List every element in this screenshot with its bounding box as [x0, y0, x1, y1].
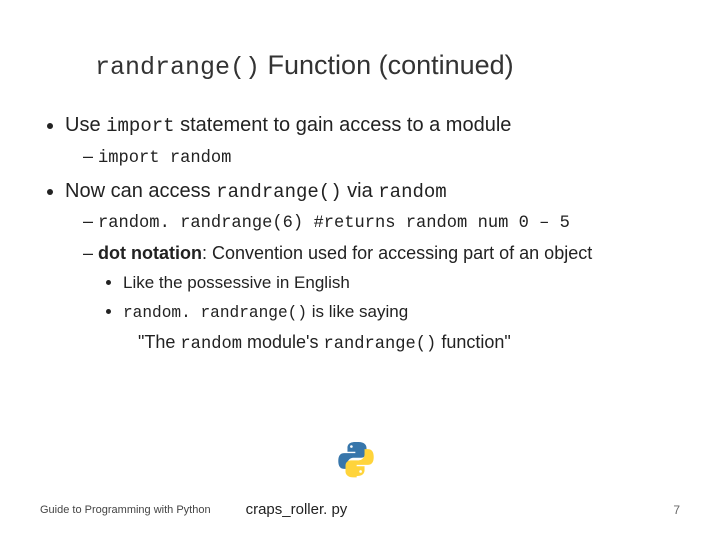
b1-sub: import random	[83, 144, 680, 170]
b1-post: statement to gain access to a module	[175, 114, 512, 136]
footer: Guide to Programming with Python craps_r…	[0, 501, 720, 518]
dot-rest: : Convention used for accessing part of …	[202, 243, 592, 263]
b2-sub-code: random. randrange(6)	[98, 214, 303, 233]
dot-e2-code: random. randrange()	[123, 304, 307, 322]
dot-bold: dot notation	[98, 243, 202, 263]
b2-pre: Now can access	[65, 180, 216, 202]
q-c2: randrange()	[323, 335, 436, 354]
dot-e1: Like the possessive in English	[123, 272, 680, 295]
slide-title: randrange() Function (continued)	[95, 50, 680, 82]
dot-quote: "The random module's randrange() functio…	[138, 330, 680, 356]
b1-code: import	[106, 115, 174, 137]
dot-e2: random. randrange() is like saying	[123, 301, 680, 325]
bullet-list: Use import statement to gain access to a…	[65, 112, 680, 357]
q-pre: "The	[138, 332, 180, 352]
footer-filename: craps_roller. py	[246, 501, 348, 518]
page-number: 7	[673, 503, 680, 517]
python-logo-icon	[335, 438, 377, 485]
b2-sub: random. randrange(6) #returns random num…	[83, 209, 680, 235]
b1-sub-code: import random	[98, 149, 231, 168]
q-post: function"	[436, 332, 510, 352]
title-code: randrange()	[95, 53, 260, 82]
b2-mid: via	[342, 180, 379, 202]
dot-e2-post: is like saying	[307, 302, 408, 321]
footer-guide: Guide to Programming with Python	[40, 504, 211, 516]
b2-sub-comment: #returns random num 0 – 5	[303, 214, 570, 233]
bullet-1: Use import statement to gain access to a…	[65, 112, 680, 170]
b1-pre: Use	[65, 114, 106, 136]
b2-code2: random	[378, 181, 446, 203]
bullet-2: Now can access randrange() via random ra…	[65, 178, 680, 357]
dot-notation: dot notation: Convention used for access…	[83, 241, 680, 356]
q-c1: random	[180, 335, 242, 354]
b2-code1: randrange()	[216, 181, 341, 203]
q-mid: module's	[242, 332, 323, 352]
title-rest: Function (continued)	[260, 50, 514, 80]
